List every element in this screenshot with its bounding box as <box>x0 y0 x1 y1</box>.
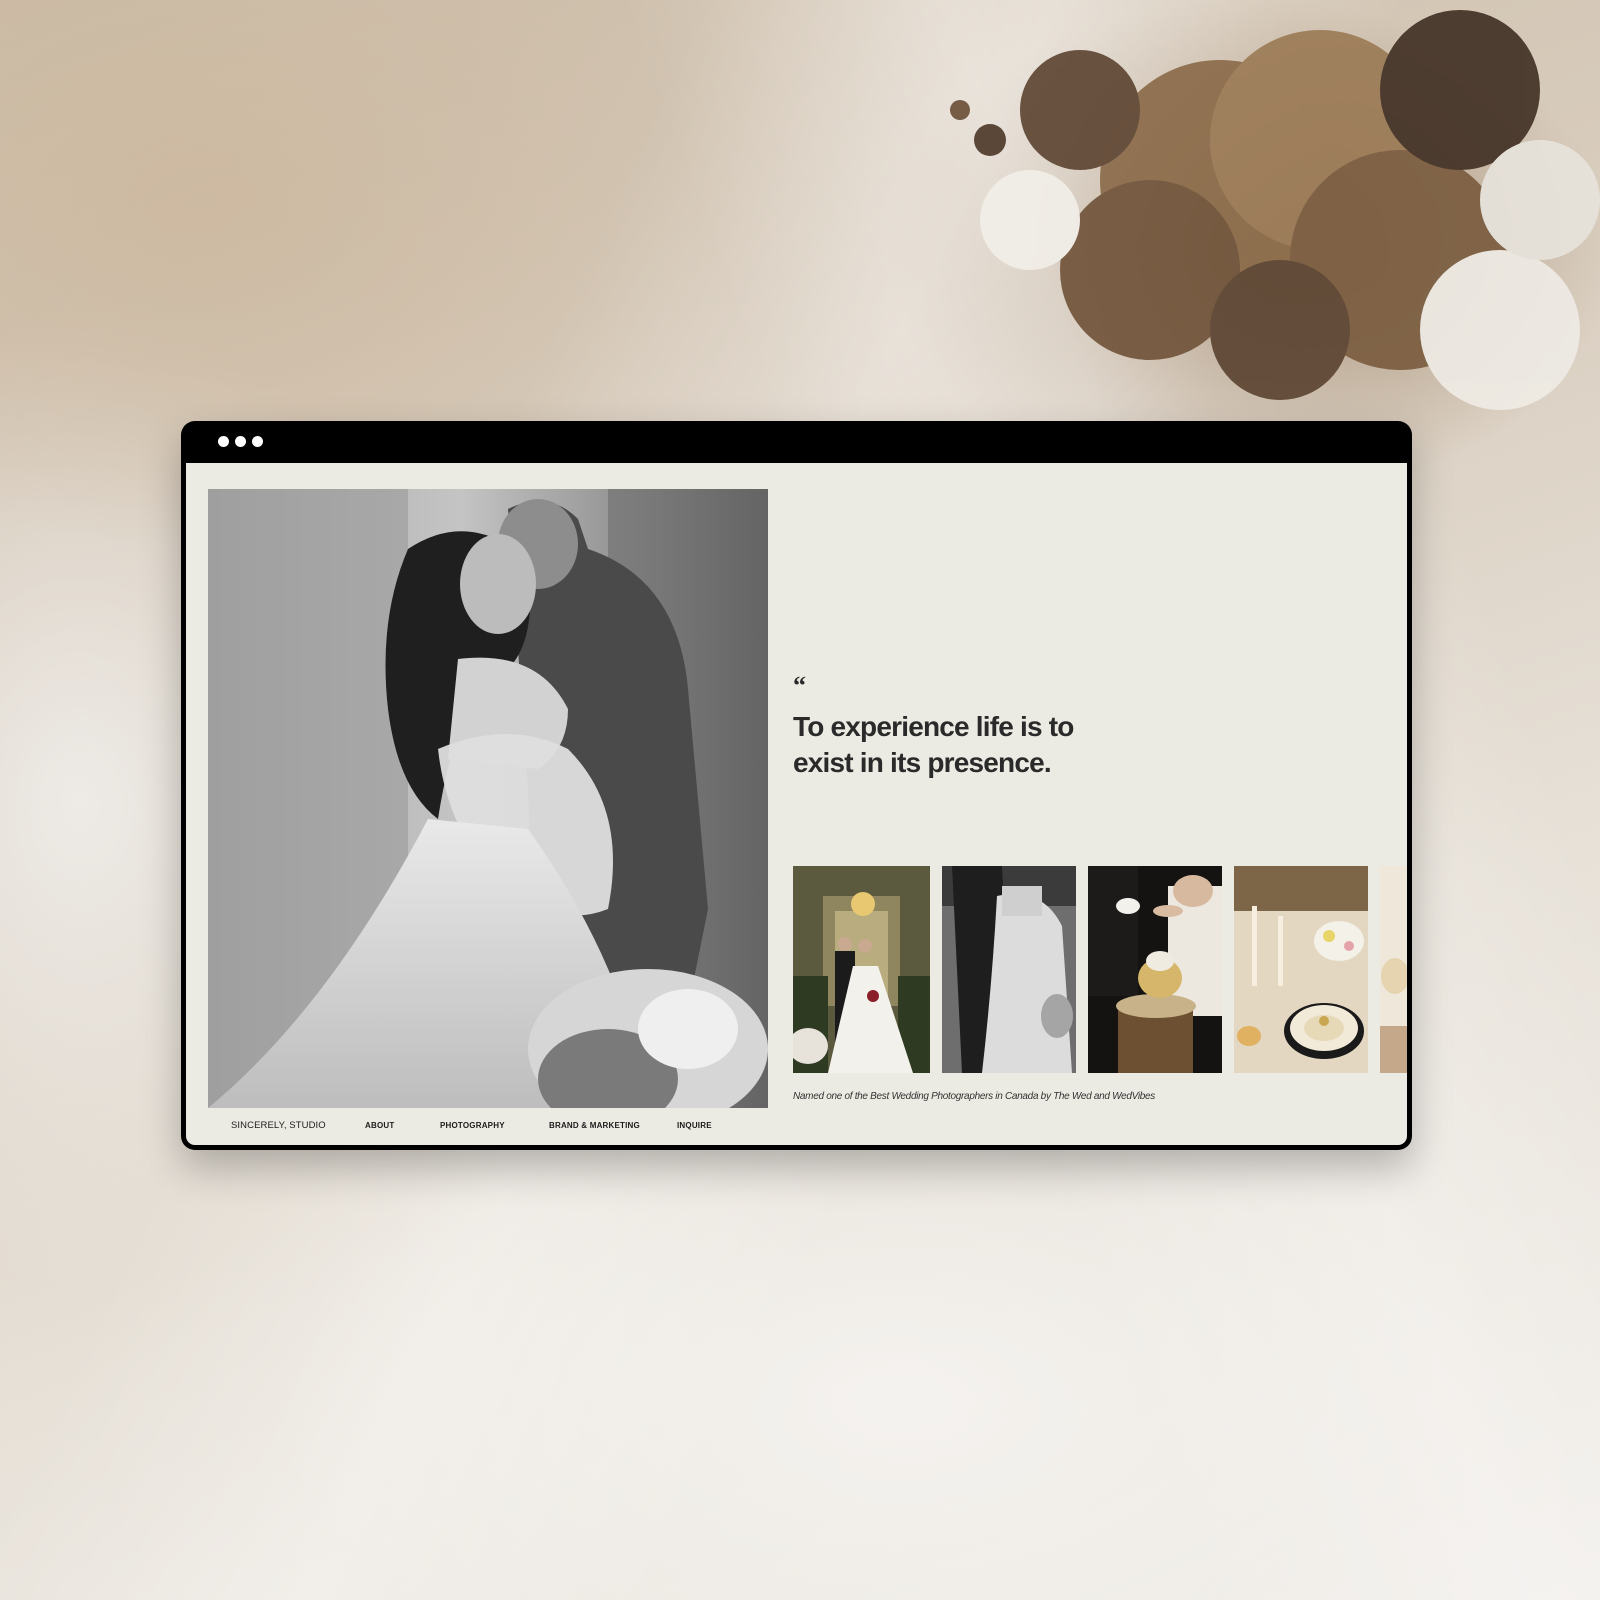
quote-mark: “ <box>793 671 806 700</box>
gallery-thumb-5-image <box>1380 866 1407 1073</box>
nav-item-brand-marketing[interactable]: BRAND & MARKETING <box>549 1121 640 1130</box>
gallery-thumb-1[interactable] <box>793 866 930 1073</box>
nav-item-about[interactable]: ABOUT <box>365 1121 394 1130</box>
gallery-thumb-1-image <box>793 866 930 1073</box>
window-dot-close[interactable] <box>218 436 229 447</box>
gallery-thumb-5[interactable] <box>1380 866 1407 1073</box>
gallery-thumb-3[interactable] <box>1088 866 1222 1073</box>
page-viewport: “ To experience life is to exist in its … <box>186 463 1407 1145</box>
gallery-thumb-4-image <box>1234 866 1368 1073</box>
gallery-thumb-4[interactable] <box>1234 866 1368 1073</box>
quote-line-1: To experience life is to <box>793 711 1074 742</box>
footer-nav: SINCERELY, STUDIO ABOUT PHOTOGRAPHY BRAN… <box>186 1120 786 1135</box>
nav-item-photography[interactable]: PHOTOGRAPHY <box>440 1121 505 1130</box>
hero-photo <box>208 489 768 1108</box>
quote-line-2: exist in its presence. <box>793 747 1052 778</box>
gallery-thumb-3-image <box>1088 866 1222 1073</box>
gallery-thumb-2-image <box>942 866 1076 1073</box>
gallery-thumb-2[interactable] <box>942 866 1076 1073</box>
window-dot-minimize[interactable] <box>235 436 246 447</box>
browser-window: “ To experience life is to exist in its … <box>181 421 1412 1150</box>
hero-photo-graphic <box>208 489 768 1108</box>
photo-gallery-strip <box>793 866 1407 1073</box>
window-dot-maximize[interactable] <box>252 436 263 447</box>
quote-text: To experience life is to exist in its pr… <box>793 709 1153 781</box>
browser-title-bar <box>181 421 1412 461</box>
award-caption: Named one of the Best Wedding Photograph… <box>793 1091 1155 1102</box>
nav-item-inquire[interactable]: INQUIRE <box>677 1121 712 1130</box>
nav-brand-logo[interactable]: SINCERELY, STUDIO <box>231 1120 326 1131</box>
window-controls <box>218 436 263 447</box>
